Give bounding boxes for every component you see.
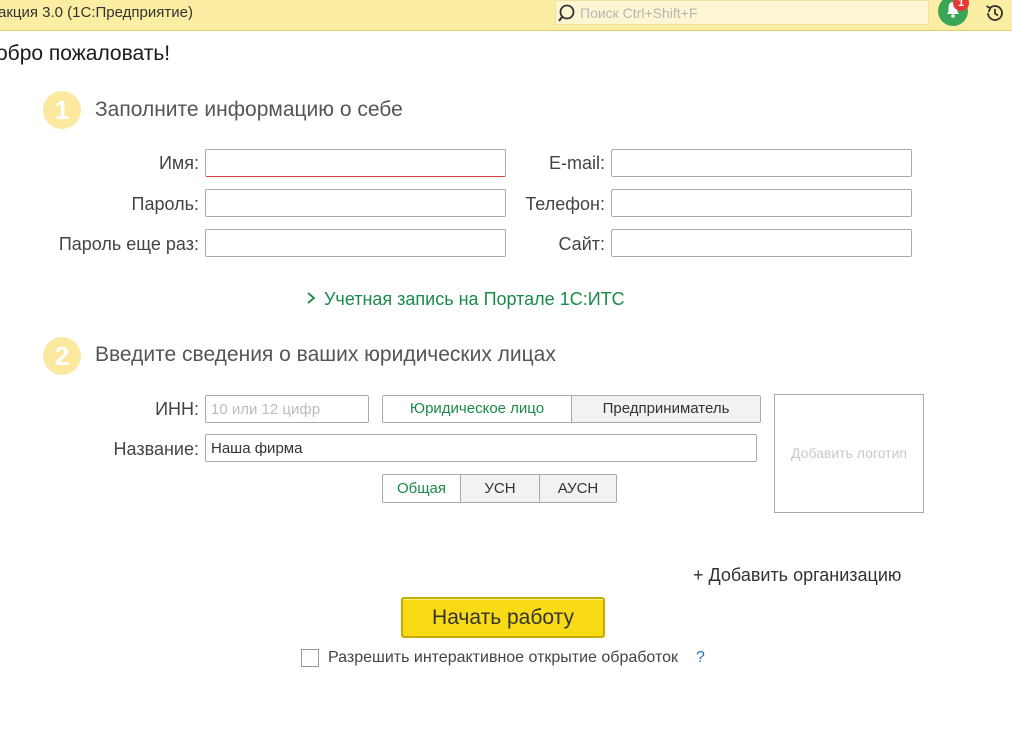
interactive-open-label[interactable]: Разрешить интерактивное открытие обработ…	[328, 649, 678, 667]
welcome-heading: обро пожаловать!	[0, 42, 171, 65]
start-work-button[interactable]: Начать работу	[401, 597, 605, 638]
app-title: акция 3.0 (1С:Предприятие)	[0, 4, 193, 21]
entity-type-entrepreneur[interactable]: Предприниматель	[571, 396, 760, 422]
notifications-button[interactable]: 1	[938, 0, 970, 27]
step-1-number: 1	[54, 95, 70, 125]
email-input[interactable]	[611, 149, 912, 177]
history-icon[interactable]	[983, 1, 1007, 25]
entity-type-legal[interactable]: Юридическое лицо	[383, 396, 571, 422]
add-organization-link[interactable]: + Добавить организацию	[693, 565, 901, 586]
inn-input[interactable]	[205, 395, 369, 423]
search-box[interactable]	[555, 0, 929, 25]
step-2-number: 2	[54, 341, 70, 371]
password-repeat-input[interactable]	[205, 229, 506, 257]
password-input[interactable]	[205, 189, 506, 217]
site-label: Сайт:	[558, 234, 605, 254]
phone-label: Телефон:	[525, 194, 605, 214]
step-1-badge: 1	[43, 91, 81, 129]
top-bar: акция 3.0 (1С:Предприятие) 1	[0, 0, 1012, 31]
email-label: E-mail:	[548, 153, 605, 173]
search-icon	[558, 4, 575, 22]
step-2-title: Введите сведения о ваших юридических лиц…	[95, 343, 556, 366]
chevron-right-icon	[306, 289, 316, 310]
interactive-open-checkbox[interactable]	[301, 649, 319, 667]
its-account-link-text: Учетная запись на Портале 1С:ИТС	[324, 289, 625, 309]
step-1-title: Заполните информацию о себе	[95, 98, 403, 121]
password-repeat-label: Пароль еще раз:	[58, 234, 199, 254]
tax-system-general[interactable]: Общая	[383, 475, 460, 502]
its-account-link[interactable]: Учетная запись на Портале 1С:ИТС	[306, 289, 625, 310]
entity-type-switch: Юридическое лицо Предприниматель	[382, 395, 761, 423]
password-label: Пароль:	[131, 194, 199, 214]
search-input[interactable]	[580, 1, 920, 24]
phone-input[interactable]	[611, 189, 912, 217]
name-input[interactable]	[205, 149, 506, 177]
tax-system-ausn[interactable]: АУСН	[539, 475, 616, 502]
add-logo-text: Добавить логотип	[791, 445, 907, 461]
tax-system-switch: Общая УСН АУСН	[382, 474, 617, 503]
inn-label: ИНН:	[155, 399, 199, 419]
name-label: Имя:	[158, 153, 199, 173]
step-2-badge: 2	[43, 337, 81, 375]
tax-system-usn[interactable]: УСН	[460, 475, 539, 502]
help-icon[interactable]: ?	[696, 649, 705, 667]
add-logo-box[interactable]: Добавить логотип	[774, 394, 924, 513]
site-input[interactable]	[611, 229, 912, 257]
org-name-input[interactable]	[205, 434, 757, 462]
org-name-label: Название:	[113, 439, 199, 459]
